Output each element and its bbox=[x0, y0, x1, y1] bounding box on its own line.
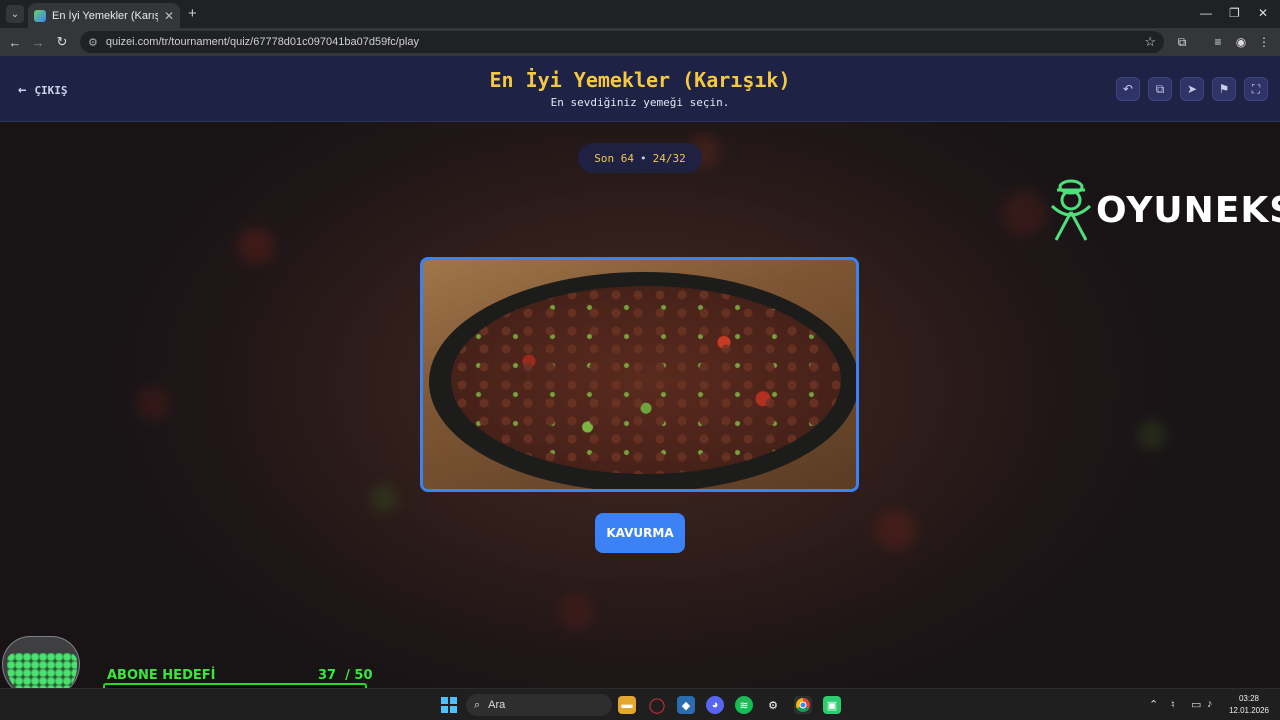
round-progress: 24/32 bbox=[652, 151, 686, 165]
brand-watermark: OYUNEKS bbox=[1048, 176, 1280, 244]
clock-date: 12.01.2026 bbox=[1228, 706, 1270, 715]
round-separator: • bbox=[640, 151, 647, 165]
settings-gear-icon[interactable]: ⚙ bbox=[764, 696, 782, 714]
quiz-page: ← ÇIKIŞ En İyi Yemekler (Karışık) En sev… bbox=[0, 56, 1280, 688]
choice-button[interactable]: KAVURMA bbox=[595, 513, 685, 553]
volume-icon[interactable]: ♪ bbox=[1207, 698, 1213, 710]
restore-icon[interactable]: ❐ bbox=[1229, 6, 1240, 20]
taskbar-clock[interactable]: 03:28 12.01.2026 bbox=[1226, 693, 1272, 717]
undo-icon[interactable]: ↶ bbox=[1116, 77, 1140, 101]
opera-icon[interactable]: ◯ bbox=[648, 696, 666, 714]
browser-tabstrip: ⌄ En İyi Yemekler (Karışık) - Tier Li ✕ … bbox=[0, 0, 1280, 28]
chrome-icon[interactable] bbox=[794, 696, 812, 714]
close-window-icon[interactable]: ✕ bbox=[1258, 6, 1268, 20]
forward-arrow-icon[interactable]: → bbox=[29, 33, 47, 51]
reload-icon[interactable]: ↻ bbox=[53, 33, 71, 51]
round-indicator: Son 64 • 24/32 bbox=[578, 143, 702, 173]
profile-icon[interactable]: ◉ bbox=[1233, 34, 1249, 50]
food-image bbox=[451, 286, 841, 474]
discord-icon[interactable]: ◕ bbox=[706, 696, 724, 714]
subscriber-goal: / 50 bbox=[345, 668, 373, 683]
fullscreen-icon[interactable]: ⛶ bbox=[1244, 77, 1268, 101]
new-tab-plus-icon[interactable]: + bbox=[188, 5, 197, 22]
site-info-icon[interactable]: ⚙ bbox=[88, 36, 98, 49]
spotify-icon[interactable]: ≋ bbox=[735, 696, 753, 714]
brand-name: OYUNEKS bbox=[1096, 189, 1280, 231]
report-flag-icon[interactable]: ⚑ bbox=[1212, 77, 1236, 101]
address-bar[interactable]: ⚙ quizei.com/tr/tournament/quiz/67778d01… bbox=[80, 31, 1164, 53]
browser-menu-icon[interactable]: ⋮ bbox=[1256, 34, 1272, 50]
share-send-icon[interactable]: ➤ bbox=[1180, 77, 1204, 101]
copy-link-icon[interactable]: ⧉ bbox=[1148, 77, 1172, 101]
taskbar-search[interactable]: ⌕ Ara bbox=[466, 694, 612, 716]
tab-title: En İyi Yemekler (Karışık) - Tier Li bbox=[52, 9, 158, 22]
bookmark-star-icon[interactable]: ☆ bbox=[1144, 34, 1156, 50]
page-subtitle: En sevdiğiniz yemeği seçin. bbox=[550, 96, 730, 109]
brand-logo-icon bbox=[1048, 176, 1094, 244]
goal-jar-icon bbox=[2, 636, 80, 688]
minimize-icon[interactable]: — bbox=[1200, 6, 1212, 20]
page-title: En İyi Yemekler (Karışık) bbox=[489, 68, 791, 92]
microphone-icon[interactable]: ♮ bbox=[1171, 698, 1175, 711]
clock-time: 03:28 bbox=[1238, 694, 1260, 703]
subscriber-goal-label: ABONE HEDEFİ bbox=[107, 668, 216, 683]
network-icon[interactable]: ▭ bbox=[1191, 698, 1201, 711]
streaming-app-icon[interactable]: ▣ bbox=[823, 696, 841, 714]
subscriber-goal-count: 37 / 50 bbox=[318, 668, 373, 683]
browser-toolbar: ← → ↻ ⚙ quizei.com/tr/tournament/quiz/67… bbox=[0, 28, 1280, 56]
url-text: quizei.com/tr/tournament/quiz/67778d01c0… bbox=[105, 36, 419, 48]
file-explorer-icon[interactable]: ▬ bbox=[618, 696, 636, 714]
food-image-card[interactable] bbox=[420, 257, 859, 492]
tab-favicon-icon bbox=[34, 9, 46, 22]
extensions-icon[interactable]: ⧉ bbox=[1174, 34, 1190, 50]
back-arrow-icon[interactable]: ← bbox=[6, 33, 24, 51]
tab-list-chevron-icon[interactable]: ⌄ bbox=[6, 5, 24, 23]
browser-tab[interactable]: En İyi Yemekler (Karışık) - Tier Li ✕ bbox=[28, 3, 180, 28]
quiz-header: ← ÇIKIŞ En İyi Yemekler (Karışık) En sev… bbox=[0, 56, 1280, 122]
round-stage: Son 64 bbox=[594, 151, 634, 165]
app-cube-icon[interactable]: ◆ bbox=[677, 696, 695, 714]
search-icon: ⌕ bbox=[474, 698, 481, 711]
subscriber-current: 37 bbox=[318, 668, 337, 683]
windows-start-icon[interactable] bbox=[440, 696, 458, 714]
taskbar: ⌕ Ara ▬ ◯ ◆ ◕ ≋ ⚙ ▣ ⌃ ♮ ▭ ♪ 03:28 12.01.… bbox=[0, 688, 1280, 720]
tab-close-icon[interactable]: ✕ bbox=[164, 9, 174, 23]
media-icon[interactable]: ≡ bbox=[1210, 34, 1226, 50]
tray-chevron-up-icon[interactable]: ⌃ bbox=[1149, 698, 1158, 711]
taskbar-search-placeholder: Ara bbox=[488, 699, 506, 711]
